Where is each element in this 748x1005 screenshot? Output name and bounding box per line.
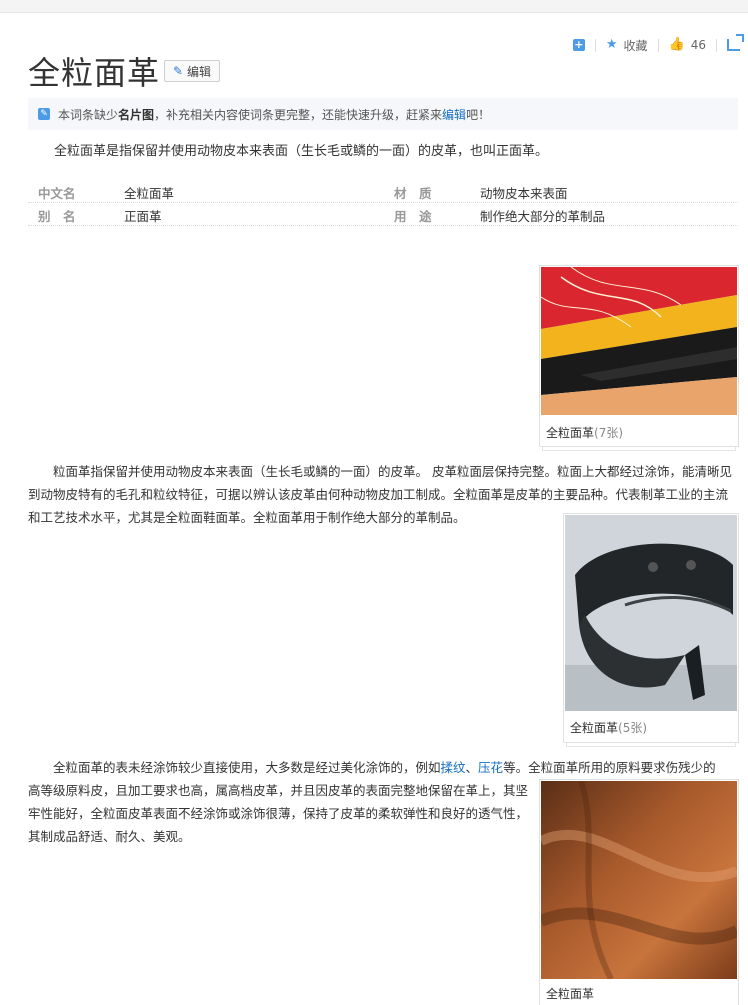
basic-info-table: 中文名 全粒面革 材 质 动物皮本来表面 别 名 正面革 用 途 制作绝大部分的… — [28, 180, 738, 226]
paragraph-2-continuation: 高等级原料皮，且加工要求也高，属高档皮革，并且因皮革的表面完整地保留在革上，其坚… — [28, 779, 532, 849]
info-value: 制作绝大部分的革制品 — [480, 209, 606, 224]
info-value: 正面革 — [124, 209, 162, 224]
edit-note-icon: ✎ — [38, 108, 50, 120]
notice-edit-link[interactable]: 编辑 — [442, 106, 466, 123]
paragraph-2-text-a: 全粒面革的表未经涂饰较少直接使用，大多数是经过美化涂饰的，例如 — [53, 760, 441, 775]
edit-button-label: 编辑 — [187, 64, 212, 79]
paragraph-2-text-b: 等。全粒面革所用的原料要求伤残少的 — [503, 760, 716, 775]
edit-button[interactable]: ✎ 编辑 — [164, 60, 220, 82]
notice-missing: 名片图 — [118, 107, 155, 122]
like-count[interactable]: 46 — [691, 38, 706, 52]
info-key: 中文名 — [38, 186, 76, 201]
caption-text: 全粒面革 — [546, 426, 595, 440]
paragraph-2-sep: 、 — [465, 760, 479, 775]
pencil-icon: ✎ — [172, 64, 184, 78]
link-yahua[interactable]: 压花 — [478, 760, 503, 775]
divider — [657, 38, 659, 52]
figure-caption[interactable]: 全粒面革 — [546, 985, 594, 1002]
figure-belt[interactable]: 全粒面革(5张) — [563, 513, 739, 747]
star-icon[interactable]: ★ — [606, 38, 618, 51]
summary-text: 全粒面革是指保留并使用动物皮本来表面（生长毛或鳞的一面）的皮革，也叫正面革。 — [54, 144, 549, 159]
link-rouwen[interactable]: 揉纹 — [441, 760, 466, 775]
album-stack — [566, 743, 736, 747]
notice-text-end: 吧！ — [466, 107, 491, 122]
brown-leather-image[interactable] — [541, 781, 737, 979]
belt-image[interactable] — [565, 515, 737, 711]
album-stack — [542, 447, 736, 451]
info-key: 别 名 — [38, 209, 76, 224]
info-value: 动物皮本来表面 — [480, 186, 568, 201]
figure-brown-leather[interactable]: 全粒面革 — [539, 779, 739, 1005]
notice-text-mid: ，补充相关内容使词条更完整，还能快速升级，赶紧来 — [154, 107, 443, 122]
thumbs-up-icon[interactable]: 👍 — [669, 38, 685, 51]
figure-caption[interactable]: 全粒面革(5张) — [570, 719, 647, 736]
page-title: 全粒面革 — [28, 54, 161, 92]
share-icon[interactable] — [727, 34, 744, 51]
figure-caption[interactable]: 全粒面革(7张) — [546, 424, 623, 441]
add-icon[interactable]: + — [572, 39, 585, 51]
caption-text: 全粒面革 — [570, 721, 619, 735]
figure-leather-rolls[interactable]: 全粒面革(7张) — [539, 265, 739, 451]
divider — [594, 38, 596, 52]
paragraph-2-line-1: 全粒面革的表未经涂饰较少直接使用，大多数是经过美化涂饰的，例如揉纹、压花等。全粒… — [28, 756, 738, 780]
info-key: 用 途 — [394, 209, 432, 224]
image-count: (7张) — [594, 426, 624, 440]
top-bar — [0, 0, 748, 13]
caption-text: 全粒面革 — [546, 987, 595, 1001]
divider — [716, 38, 717, 52]
image-count: (5张) — [618, 721, 648, 735]
missing-card-notice: ✎ 本词条缺少 名片图 ，补充相关内容使词条更完整，还能快速升级，赶紧来 编辑 吧！ — [28, 98, 738, 130]
notice-text-before: 本词条缺少 — [58, 107, 119, 122]
info-value: 全粒面革 — [124, 186, 175, 201]
favorite-button[interactable]: 收藏 — [624, 37, 648, 54]
entry-actions: + ★ 收藏 👍 46 — [572, 34, 744, 54]
info-row: 别 名 正面革 用 途 制作绝大部分的革制品 — [28, 203, 738, 226]
info-key: 材 质 — [394, 186, 432, 201]
paragraph-2-continuation-text: 高等级原料皮，且加工要求也高，属高档皮革，并且因皮革的表面完整地保留在革上，其坚… — [28, 783, 529, 844]
leather-rolls-image[interactable] — [541, 267, 737, 415]
info-row: 中文名 全粒面革 材 质 动物皮本来表面 — [28, 180, 738, 203]
